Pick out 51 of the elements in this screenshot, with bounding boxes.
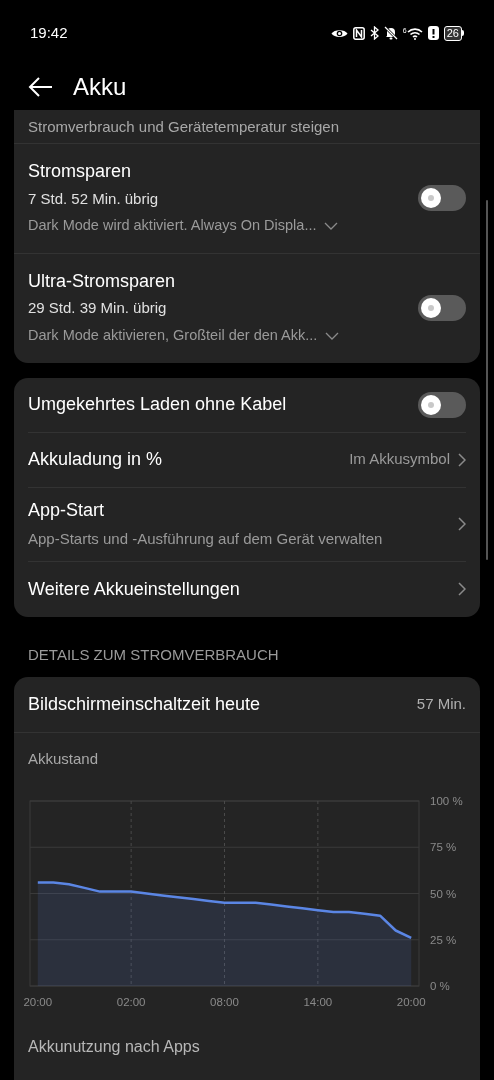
axis-label: 75 % [430, 840, 457, 853]
status-time: 19:42 [30, 22, 68, 43]
chevron-down-icon[interactable] [324, 221, 339, 230]
muted-bell-icon [383, 26, 398, 40]
chevron-right-icon [458, 452, 466, 467]
axis-label: 02:00 [116, 995, 146, 1008]
settings-row[interactable]: Umgekehrtes Laden ohne Kabel [28, 377, 466, 433]
description-text: Stromverbrauch und Gerätetemperatur steigen [28, 119, 339, 134]
setting-value: 57 Min. [416, 693, 466, 714]
settings-row[interactable]: Akkuladung in % Im Akkusymbol [28, 432, 466, 488]
setting-title: Ultra-Stromsparen [28, 269, 176, 293]
axis-label: 14:00 [303, 995, 333, 1008]
axis-label: 20:00 [396, 995, 426, 1008]
page-title: Akku [73, 72, 127, 102]
bluetooth-icon [369, 26, 379, 40]
remaining-time: 7 Std. 52 Min. übrig [28, 188, 159, 209]
nfc-icon [352, 26, 365, 40]
chevron-right-icon [458, 582, 466, 596]
section-heading: DETAILS ZUM STROMVERBRAUCH [28, 645, 279, 663]
axis-label: 08:00 [210, 995, 239, 1008]
setting-description: Dark Mode aktivieren, Großteil der den Akk... [28, 325, 318, 345]
eye-icon [330, 27, 348, 39]
back-arrow-icon[interactable] [28, 77, 53, 97]
remaining-time: 29 Std. 39 Min. übrig [28, 298, 167, 319]
setting-title: Bildschirmeinschaltzeit heute [28, 692, 261, 716]
battery-indicator: 26 [443, 25, 464, 41]
setting-description: Dark Mode wird aktiviert. Always On Displa... [28, 216, 317, 235]
toggle-switch[interactable] [418, 391, 466, 418]
setting-description: App-Starts und -Ausführung auf dem Gerät verwalten [28, 529, 383, 550]
axis-label: 20:00 [23, 995, 53, 1008]
setting-title: App-Start [28, 499, 105, 523]
section-subtitle: Akkunutzung nach Apps [28, 1037, 200, 1055]
settings-row[interactable]: App-Start App-Starts und -Ausführung auf dem Gerät verwalten [28, 487, 466, 562]
setting-title: Weitere Akkueinstellungen [28, 577, 240, 601]
chevron-right-icon [458, 517, 466, 531]
toggle-switch[interactable] [418, 185, 466, 212]
axis-label: 100 % [430, 794, 463, 807]
alert-icon [427, 26, 439, 40]
settings-row[interactable]: Weitere Akkueinstellungen [28, 561, 466, 617]
axis-label: 25 % [430, 933, 457, 946]
wifi-icon [406, 26, 423, 40]
axis-label: 50 % [430, 887, 457, 899]
axis-label: 0 % [430, 979, 450, 992]
setting-title: Akkuladung in % [28, 448, 163, 471]
chevron-down-icon[interactable] [325, 331, 340, 340]
setting-title: Umgekehrtes Laden ohne Kabel [28, 393, 287, 416]
scrollbar[interactable] [486, 200, 488, 560]
toggle-switch[interactable] [418, 295, 466, 322]
setting-title: Stromsparen [28, 160, 132, 183]
setting-value: Im Akkusymbol [349, 449, 450, 470]
chart-title: Akkustand [28, 749, 99, 767]
